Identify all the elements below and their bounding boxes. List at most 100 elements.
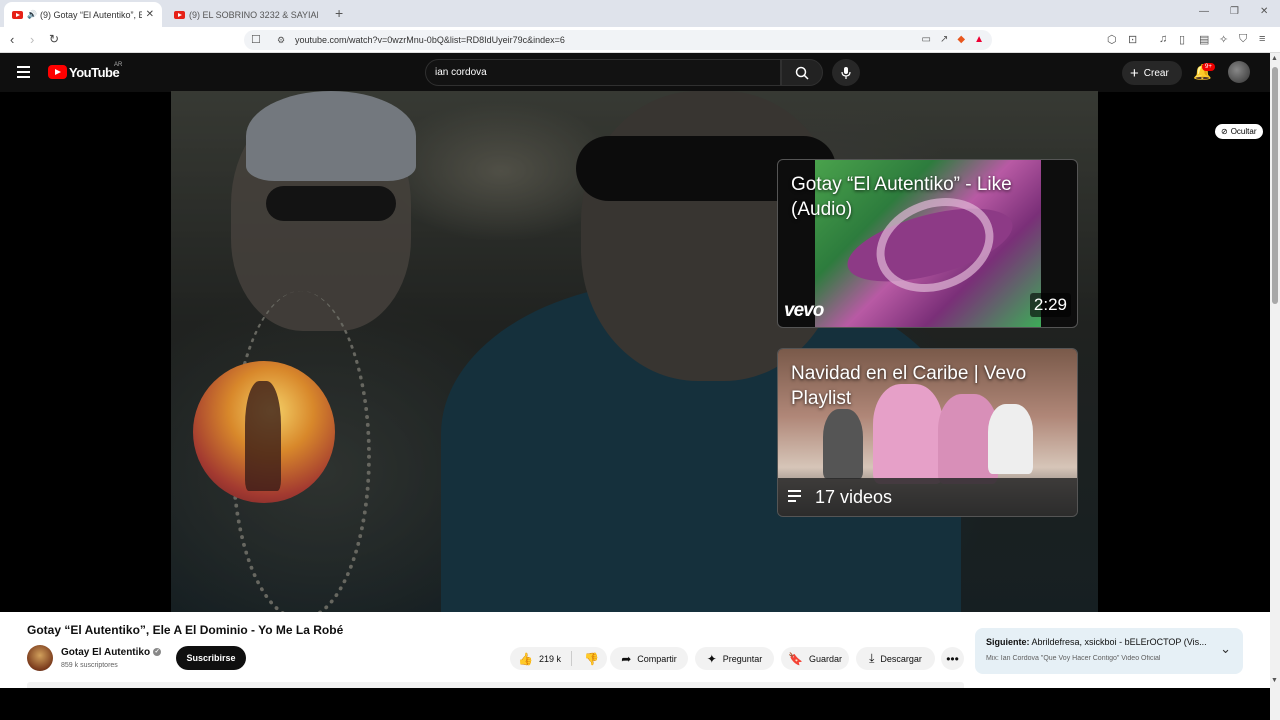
share-icon[interactable]: ↗: [940, 30, 948, 50]
endcard-video[interactable]: Gotay “El Autentiko” - Like (Audio) vevo…: [777, 159, 1078, 328]
channel-endcard-figure: [245, 381, 281, 491]
playlist-video-count: 17 videos: [815, 486, 893, 507]
next-up-line: Siguiente: Abrildefresa, xsickboi - bELE…: [986, 637, 1211, 647]
create-label: Crear: [1143, 67, 1169, 79]
create-button[interactable]: + Crear: [1122, 61, 1182, 85]
new-tab-button[interactable]: +: [335, 5, 343, 21]
subscriber-count: 859 k suscriptores: [61, 662, 118, 669]
notification-count-badge: 9+: [1202, 63, 1215, 71]
url-actions: ▭ ↗ ◆ ▲: [922, 30, 984, 50]
save-label: Guardar: [808, 653, 842, 664]
hide-label: Ocultar: [1230, 127, 1257, 136]
minimize-icon[interactable]: —: [1199, 6, 1209, 17]
browser-tab-active[interactable]: 🔊 (9) Gotay “El Autentiko”, Ele A ✕: [4, 2, 162, 27]
hamburger-menu-icon[interactable]: [17, 66, 30, 81]
tab-close-icon[interactable]: ✕: [146, 9, 154, 20]
thumbnail-art: [988, 404, 1033, 474]
cast-icon[interactable]: ▭: [922, 30, 931, 50]
account-avatar[interactable]: [1228, 61, 1250, 83]
restore-icon[interactable]: ❐: [1230, 6, 1239, 17]
scrollbar-thumb[interactable]: [1272, 67, 1278, 304]
download-button[interactable]: ⤓ Descargar: [856, 647, 935, 670]
channel-name-text: Gotay El Autentiko: [61, 647, 151, 658]
sidebar-icon[interactable]: ▯: [1179, 33, 1185, 46]
search-input[interactable]: ian cordova: [425, 59, 781, 86]
download-icon: ⤓: [869, 651, 875, 665]
playlist-count-bar: 17 videos: [778, 478, 1077, 516]
next-up-title: Abrildefresa, xsickboi - bELErOCTOP (Vis…: [1031, 637, 1207, 647]
ask-label: Preguntar: [722, 653, 763, 664]
thumbnail-art: [823, 409, 863, 479]
brave-rewards-icon[interactable]: ▲: [974, 30, 984, 50]
search-button[interactable]: [781, 59, 823, 86]
share-arrow-icon: ➦: [621, 651, 632, 666]
search-icon: [795, 66, 809, 80]
like-divider: [571, 651, 573, 666]
scroll-up-icon[interactable]: ▲: [1271, 55, 1278, 62]
eye-off-icon: ⊘: [1221, 127, 1228, 136]
forward-icon[interactable]: ›: [30, 32, 34, 47]
like-dislike-group: 👍 219 k 👎: [510, 647, 607, 670]
endcard-duration: 2:29: [1029, 293, 1071, 317]
wallet-icon[interactable]: ▤: [1199, 33, 1209, 46]
channel-subscribe-endcard[interactable]: [193, 361, 335, 503]
speaker-icon[interactable]: 🔊: [27, 10, 37, 19]
menu-icon[interactable]: ≡: [1259, 33, 1265, 45]
leo-ai-icon[interactable]: ✧: [1219, 33, 1228, 46]
address-bar-row: ‹ › ↻ ☐ ⚙ youtube.com/watch?v=0wzrMnu-0b…: [0, 27, 1280, 53]
close-window-icon[interactable]: ✕: [1260, 6, 1268, 17]
ask-button[interactable]: ✦ Preguntar: [695, 647, 774, 670]
endcard-playlist[interactable]: Navidad en el Caribe | Vevo Playlist 17 …: [777, 348, 1078, 517]
share-button[interactable]: ➦ Compartir: [610, 647, 688, 670]
bookmark-icon[interactable]: ☐: [251, 30, 261, 50]
vevo-logo: vevo: [784, 300, 824, 321]
download-label: Descargar: [880, 653, 922, 664]
more-dots-icon: •••: [946, 651, 959, 666]
more-actions-button[interactable]: •••: [941, 647, 964, 670]
page-scrollbar[interactable]: ▲ ▼: [1270, 53, 1280, 720]
music-icon[interactable]: ♫: [1159, 33, 1167, 45]
brave-shield-icon[interactable]: ◆: [957, 30, 965, 50]
extensions-icon[interactable]: ⬡: [1107, 33, 1117, 46]
plus-icon: +: [1130, 64, 1139, 82]
like-count[interactable]: 219 k: [539, 654, 561, 664]
tab-title: (9) EL SOBRINO 3232 & SAYIAN JIMI: [189, 9, 318, 20]
browser-tab-inactive[interactable]: (9) EL SOBRINO 3232 & SAYIAN JIMI: [166, 2, 326, 27]
youtube-logo-text[interactable]: YouTube: [69, 65, 120, 80]
next-up-panel[interactable]: Siguiente: Abrildefresa, xsickboi - bELE…: [975, 628, 1243, 674]
youtube-logo-icon[interactable]: [48, 65, 67, 79]
youtube-header: YouTube AR ian cordova + Crear 🔔 9+: [0, 53, 1280, 92]
video-info-panel: Gotay “El Autentiko”, Ele A El Dominio -…: [0, 612, 1270, 688]
site-info-icon[interactable]: ⚙: [277, 30, 285, 50]
channel-name[interactable]: Gotay El Autentiko ✓: [61, 647, 162, 658]
url-text: youtube.com/watch?v=0wzrMnu-0bQ&list=RD8…: [295, 35, 565, 45]
browser-tab-strip: 🔊 (9) Gotay “El Autentiko”, Ele A ✕ (9) …: [0, 0, 1280, 27]
video-title: Gotay “El Autentiko”, Ele A El Dominio -…: [27, 623, 344, 637]
page-bottom-area: [0, 688, 1270, 720]
next-up-label: Siguiente:: [986, 637, 1030, 647]
bookmark-save-icon: 🔖: [788, 651, 803, 666]
reload-icon[interactable]: ↻: [49, 32, 59, 46]
next-up-mix: Mix: Ian Cordova "Que Voy Hacer Contigo"…: [986, 655, 1161, 662]
share-label: Compartir: [637, 653, 677, 664]
sparkle-icon: ✦: [706, 651, 717, 666]
youtube-favicon-icon: [174, 10, 185, 19]
url-field[interactable]: ☐ ⚙ youtube.com/watch?v=0wzrMnu-0bQ&list…: [244, 30, 992, 50]
back-icon[interactable]: ‹: [10, 32, 14, 47]
verified-icon: ✓: [153, 648, 162, 657]
endcard-playlist-title: Navidad en el Caribe | Vevo Playlist: [791, 363, 1027, 409]
tab-title: (9) Gotay “El Autentiko”, Ele A: [39, 9, 142, 20]
chevron-down-icon[interactable]: ⌄: [1220, 641, 1231, 657]
microphone-icon: [841, 66, 851, 79]
hide-overlay-button[interactable]: ⊘ Ocultar: [1215, 124, 1263, 139]
like-icon[interactable]: 👍: [518, 652, 533, 666]
save-button[interactable]: 🔖 Guardar: [781, 647, 849, 670]
subscribe-button[interactable]: Suscribirse: [176, 646, 246, 670]
vpn-icon[interactable]: ⛉: [1239, 33, 1247, 46]
endcard-video-title: Gotay “El Autentiko” - Like (Audio): [791, 174, 1012, 220]
channel-avatar[interactable]: [27, 645, 53, 671]
scroll-down-icon[interactable]: ▼: [1271, 677, 1278, 684]
voice-search-button[interactable]: [832, 59, 860, 86]
dislike-icon[interactable]: 👎: [584, 652, 599, 666]
screenshot-icon[interactable]: ⊡: [1128, 33, 1137, 46]
